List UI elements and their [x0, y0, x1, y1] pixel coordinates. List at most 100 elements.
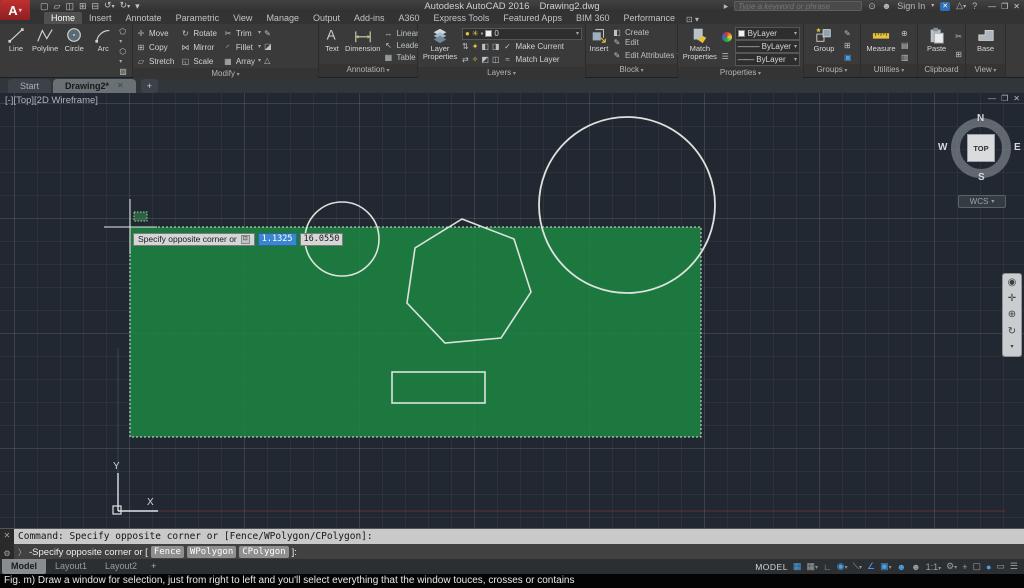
annotation-visibility-icon[interactable]: ☻ — [897, 562, 906, 572]
panel-title-block[interactable]: Block — [586, 64, 677, 77]
dynamic-input-x-field[interactable]: 1.1325 — [258, 233, 297, 246]
view-cube-top-face[interactable]: TOP — [967, 134, 995, 162]
layer-lock-tool-icon[interactable]: ◨ — [492, 42, 500, 51]
insert-block-tool[interactable]: Insert — [589, 26, 609, 64]
layout2-tab[interactable]: Layout2 — [96, 559, 146, 574]
close-button[interactable]: ✕ — [1013, 2, 1020, 11]
workspace-gear-icon[interactable]: ⚙▾ — [946, 561, 957, 572]
file-tab-start[interactable]: Start — [8, 79, 51, 93]
cut-icon[interactable]: ✂ — [955, 32, 962, 41]
tab-parametric[interactable]: Parametric — [169, 12, 227, 24]
autoscale-icon[interactable]: ☻ — [911, 562, 920, 572]
object-snap-tracking-icon[interactable]: ∠ — [867, 561, 875, 572]
scale-tool[interactable]: ◱Scale — [180, 54, 217, 68]
search-icon[interactable]: ⊙ — [868, 1, 876, 11]
sign-in-dropdown-icon[interactable]: ▾ — [931, 1, 934, 11]
save-icon[interactable]: ◫ — [65, 1, 74, 11]
tab-bim360[interactable]: BIM 360 — [569, 12, 617, 24]
help-icon[interactable]: ? — [972, 1, 977, 11]
make-current-tool[interactable]: ✓Make Current — [503, 40, 564, 53]
open-file-icon[interactable]: ▱ — [54, 1, 61, 11]
tab-a360[interactable]: A360 — [392, 12, 427, 24]
orbit-icon[interactable]: ↻ — [1008, 326, 1016, 337]
group-edit-icon[interactable]: ⊞ — [844, 41, 852, 50]
command-customize-icon[interactable]: ⚙ — [3, 549, 10, 558]
dynamic-input-options-icon[interactable]: ⊡ — [241, 235, 250, 244]
mirror-tool[interactable]: ⋈Mirror — [180, 40, 217, 54]
copy-clip-icon[interactable]: ⊞ — [955, 50, 962, 59]
ellipse-tool-icon[interactable]: ⬡ ▾ — [119, 47, 129, 67]
leader-tool[interactable]: ↖Leader — [383, 41, 421, 50]
minimize-button[interactable]: — — [988, 2, 996, 11]
redo-icon[interactable]: ↻▾ — [120, 0, 131, 12]
layer-off-icon[interactable]: ⇅ — [462, 42, 469, 51]
restore-button[interactable]: ❐ — [1001, 2, 1008, 11]
help-search-input[interactable] — [734, 1, 862, 11]
undo-icon[interactable]: ↺▾ — [104, 0, 115, 12]
layer-walk-icon[interactable]: ✧ — [472, 55, 479, 64]
layer-thaw-sun-icon[interactable]: ✳ — [472, 29, 479, 38]
recent-commands-icon[interactable]: 〉 — [18, 547, 26, 558]
annotation-monitor-icon[interactable]: + — [962, 562, 967, 572]
block-edit-tool[interactable]: ✎Edit — [612, 38, 680, 47]
annotation-scale-control[interactable]: 1:1▾ — [926, 562, 942, 572]
paste-tool[interactable]: Paste — [921, 26, 952, 64]
new-file-icon[interactable]: ▢ — [40, 1, 49, 11]
explode-tool-icon[interactable]: ◪ — [264, 42, 272, 51]
group-tool[interactable]: Group — [807, 26, 841, 64]
layer-unlock-icon[interactable]: ◫ — [492, 55, 500, 64]
dynamic-input-y-field[interactable]: 16.0550 — [300, 233, 344, 246]
tab-output[interactable]: Output — [306, 12, 347, 24]
file-tab-drawing2[interactable]: Drawing2* ✕ — [53, 79, 136, 93]
sign-in-button[interactable]: Sign In — [897, 1, 925, 11]
panel-title-groups[interactable]: Groups — [804, 64, 860, 77]
erase-tool-icon[interactable]: ✎ — [264, 29, 272, 38]
layer-on-bulb-icon[interactable]: ● — [465, 29, 470, 38]
trim-tool[interactable]: ✂Trim▾ — [223, 26, 261, 40]
panel-title-utilities[interactable]: Utilities — [861, 64, 917, 77]
viewport-minimize-icon[interactable]: — — [988, 94, 996, 103]
layer-unisolate-icon[interactable]: ⇄ — [462, 55, 469, 64]
polar-tracking-icon[interactable]: ◉▾ — [837, 561, 848, 572]
model-space-indicator[interactable]: MODEL — [755, 562, 788, 572]
dimension-tool[interactable]: Dimension — [345, 26, 380, 64]
ungroup-icon[interactable]: ✎ — [844, 29, 852, 38]
compass-south[interactable]: S — [978, 172, 985, 183]
save-as-icon[interactable]: ⊞ — [79, 1, 87, 11]
compass-north[interactable]: N — [977, 113, 984, 124]
list-icon[interactable]: ☰ — [722, 52, 732, 61]
rectangle-tool-icon[interactable]: ⬠ ▾ — [119, 27, 129, 47]
search-expand-icon[interactable]: ▸ — [724, 1, 729, 11]
measure-tool[interactable]: Measure — [864, 26, 898, 64]
pan-icon[interactable]: ✛ — [1008, 293, 1016, 304]
zoom-icon[interactable]: ⊕ — [1008, 309, 1016, 320]
id-point-icon[interactable]: ▤ — [901, 41, 909, 50]
tab-manage[interactable]: Manage — [259, 12, 306, 24]
move-tool[interactable]: ✛Move — [136, 26, 174, 40]
layer-select-dropdown[interactable]: ● ✳ ▪ 0 ▾ — [462, 28, 582, 40]
layer-freeze-icon[interactable]: ◧ — [481, 42, 489, 51]
tab-annotate[interactable]: Annotate — [119, 12, 169, 24]
group-selection-icon[interactable]: ▣ — [844, 53, 852, 62]
linear-tool[interactable]: ↔Linear — [383, 29, 421, 38]
navbar-more-icon[interactable]: ▾ — [1010, 342, 1013, 353]
drawing-canvas[interactable]: [-][Top][2D Wireframe] — ❐ ✕ Y — [0, 93, 1024, 528]
array-tool[interactable]: ▦Array▾ — [223, 54, 261, 68]
application-menu-button[interactable]: A▾ — [0, 0, 30, 20]
viewport-restore-icon[interactable]: ❐ — [1001, 94, 1008, 103]
text-tool[interactable]: A Text — [322, 26, 342, 64]
viewport-close-icon[interactable]: ✕ — [1013, 94, 1020, 103]
plot-icon[interactable]: ⊟ — [92, 1, 100, 11]
snap-mode-icon[interactable]: ▦▾ — [806, 561, 818, 572]
match-layer-tool[interactable]: ≈Match Layer — [503, 53, 560, 66]
linetype-dropdown[interactable]: —·— ByLayer ▾ — [735, 53, 800, 66]
option-wpolygon[interactable]: WPolygon — [187, 546, 236, 558]
object-snap-icon[interactable]: ▣▾ — [880, 561, 892, 572]
exchange-apps-icon[interactable]: ✕ — [940, 2, 950, 11]
close-tab-icon[interactable]: ✕ — [117, 80, 124, 92]
a360-connect-icon[interactable]: △▾ — [956, 0, 966, 12]
table-tool[interactable]: ▦Table — [383, 53, 421, 62]
calculator-icon[interactable]: ▥ — [901, 53, 909, 62]
object-color-dropdown[interactable]: ByLayer ▾ — [735, 27, 800, 40]
layer-thaw-all-icon[interactable]: ◩ — [481, 55, 489, 64]
